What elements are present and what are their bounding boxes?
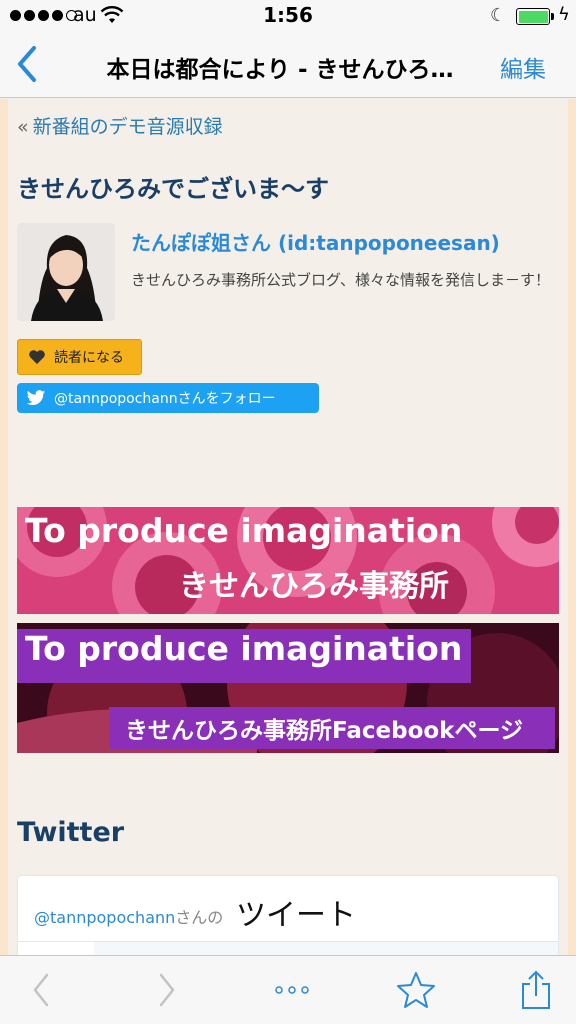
browser-back-icon	[33, 973, 49, 1007]
facebook-banner-link[interactable]: To produce imagination きせんひろみ事務所Facebook…	[17, 623, 559, 753]
twitter-follow-button[interactable]: @tannpopochannさんをフォロー	[17, 383, 319, 413]
bookmark-star-icon	[397, 972, 435, 1008]
twitter-follow-label: @tannpopochannさんをフォロー	[54, 391, 276, 407]
banner-slogan: To produce imagination	[25, 511, 463, 550]
edit-button[interactable]: 編集	[500, 50, 546, 84]
more-icon	[275, 986, 309, 994]
author-description: きせんひろみ事務所公式ブログ、様々な情報を発信しま－す！	[131, 271, 550, 289]
bookmark-button[interactable]	[394, 968, 438, 1012]
browser-back-button[interactable]	[24, 968, 58, 1012]
blog-content[interactable]: «新番組のデモ音源収録 きせんひろみでございま〜す たんぽぽ姐さん (id:ta…	[0, 99, 576, 955]
office-banner-link[interactable]: To produce imagination きせんひろみ事務所	[17, 507, 559, 614]
banner-office-name: きせんひろみ事務所	[179, 569, 449, 604]
share-button[interactable]	[516, 968, 556, 1012]
share-icon	[522, 970, 550, 1009]
entry-title[interactable]: きせんひろみでございま〜す	[17, 169, 329, 204]
moon-icon: ☾	[490, 5, 507, 26]
timeline-title: ツイート	[236, 898, 356, 933]
previous-entry-link[interactable]: «新番組のデモ音源収録	[17, 112, 223, 139]
browser-forward-button[interactable]	[150, 968, 184, 1012]
author-photo	[17, 223, 115, 321]
timeline-user-suffix: さんの	[175, 908, 224, 927]
timeline-tweet-area	[94, 942, 558, 955]
charging-icon: ϟ	[558, 4, 570, 25]
author-avatar[interactable]	[17, 223, 115, 321]
twitter-bird-icon	[26, 389, 46, 405]
fb-banner-label: きせんひろみ事務所Facebookページ	[125, 718, 524, 744]
author-name-link[interactable]: たんぽぽ姐さん (id:tanpoponeesan)	[131, 227, 500, 256]
browser-forward-icon	[159, 973, 175, 1007]
navigation-bar: 本日は都合により - きせんひろ… 編集	[0, 32, 576, 98]
battery-icon	[516, 8, 550, 25]
back-chevron-icon[interactable]	[10, 44, 44, 84]
fb-banner-slogan: To produce imagination	[25, 629, 463, 668]
battery-tip	[551, 13, 554, 20]
twitter-timeline-widget[interactable]: @tannpopochannさんの ツイート	[17, 875, 559, 955]
twitter-section-heading: Twitter	[17, 817, 125, 848]
prev-arrow-icon: «	[17, 116, 29, 138]
heart-icon	[29, 350, 45, 364]
subscribe-label: 読者になる	[54, 350, 124, 366]
status-bar: au 1:56 ☾ ϟ	[0, 0, 576, 32]
timeline-user-handle: @tannpopochann	[34, 908, 176, 927]
more-button[interactable]	[272, 968, 312, 1012]
page-title: 本日は都合により - きせんひろ…	[106, 57, 454, 83]
previous-entry-label: 新番組のデモ音源収録	[32, 116, 223, 138]
subscribe-button[interactable]: 読者になる	[17, 339, 142, 375]
browser-toolbar	[0, 955, 576, 1024]
timeline-user-link[interactable]: @tannpopochannさんの	[34, 904, 223, 928]
